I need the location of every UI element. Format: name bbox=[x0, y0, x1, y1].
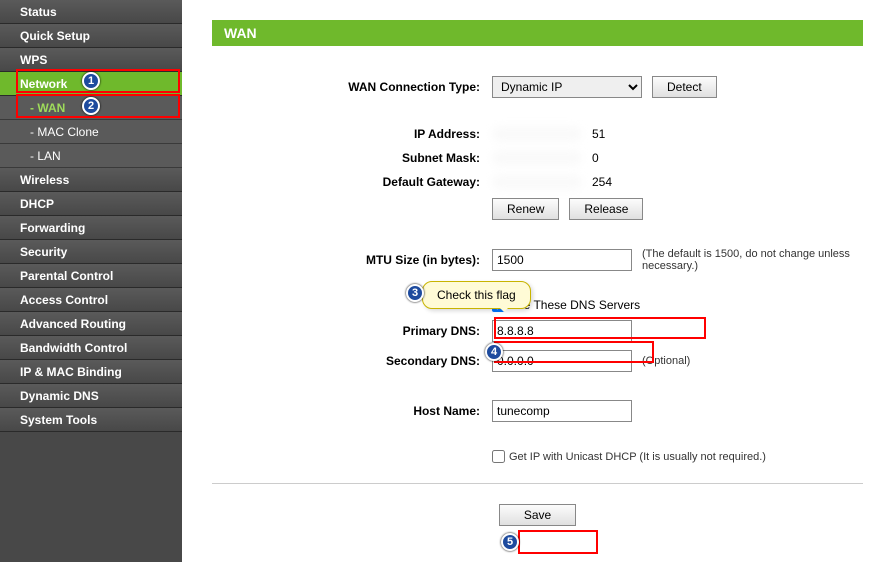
sdns-input[interactable] bbox=[492, 350, 632, 372]
detect-button[interactable]: Detect bbox=[652, 76, 717, 98]
annotation-badge-5: 5 bbox=[501, 533, 519, 551]
ip-value: 51 bbox=[592, 127, 605, 141]
host-label: Host Name: bbox=[212, 404, 492, 418]
pdns-label: Primary DNS: bbox=[212, 324, 492, 338]
main-content: WAN WAN Connection Type: Dynamic IP Dete… bbox=[182, 0, 893, 562]
mtu-hint: (The default is 1500, do not change unle… bbox=[642, 248, 863, 272]
annotation-badge-4: 4 bbox=[485, 343, 503, 361]
mtu-input[interactable] bbox=[492, 249, 632, 271]
sidebar-item-status[interactable]: Status bbox=[0, 0, 182, 24]
sidebar-item-parental[interactable]: Parental Control bbox=[0, 264, 182, 288]
pdns-input[interactable] bbox=[492, 320, 632, 342]
ip-masked bbox=[492, 126, 582, 142]
sidebar-item-access[interactable]: Access Control bbox=[0, 288, 182, 312]
sidebar-item-dhcp[interactable]: DHCP bbox=[0, 192, 182, 216]
sidebar-item-advroute[interactable]: Advanced Routing bbox=[0, 312, 182, 336]
ip-label: IP Address: bbox=[212, 127, 492, 141]
gw-value: 254 bbox=[592, 175, 612, 189]
annotation-badge-3: 3 bbox=[406, 284, 424, 302]
annotation-badge-1: 1 bbox=[82, 72, 100, 90]
sidebar-item-systools[interactable]: System Tools bbox=[0, 408, 182, 432]
gw-label: Default Gateway: bbox=[212, 175, 492, 189]
sidebar-item-ddns[interactable]: Dynamic DNS bbox=[0, 384, 182, 408]
conn-type-label: WAN Connection Type: bbox=[212, 80, 492, 94]
sidebar-item-bandwidth[interactable]: Bandwidth Control bbox=[0, 336, 182, 360]
gw-masked bbox=[492, 174, 582, 190]
sidebar-item-wireless[interactable]: Wireless bbox=[0, 168, 182, 192]
mtu-label: MTU Size (in bytes): bbox=[212, 253, 492, 267]
unicast-label: Get IP with Unicast DHCP (It is usually … bbox=[509, 451, 766, 463]
sidebar-sub-macclone[interactable]: - MAC Clone bbox=[0, 120, 182, 144]
page-title: WAN bbox=[212, 20, 863, 46]
annotation-tooltip: Check this flag bbox=[422, 281, 531, 309]
sidebar-item-security[interactable]: Security bbox=[0, 240, 182, 264]
unicast-checkbox[interactable] bbox=[492, 450, 505, 463]
sidebar-item-ipmac[interactable]: IP & MAC Binding bbox=[0, 360, 182, 384]
save-button[interactable]: Save bbox=[499, 504, 576, 526]
sidebar-item-forwarding[interactable]: Forwarding bbox=[0, 216, 182, 240]
mask-masked bbox=[492, 150, 582, 166]
renew-button[interactable]: Renew bbox=[492, 198, 559, 220]
sidebar-item-wps[interactable]: WPS bbox=[0, 48, 182, 72]
mask-value: 0 bbox=[592, 151, 599, 165]
release-button[interactable]: Release bbox=[569, 198, 643, 220]
annotation-badge-2: 2 bbox=[82, 97, 100, 115]
sdns-hint: (Optional) bbox=[642, 355, 690, 367]
conn-type-select[interactable]: Dynamic IP bbox=[492, 76, 642, 98]
sdns-label: Secondary DNS: bbox=[212, 354, 492, 368]
host-input[interactable] bbox=[492, 400, 632, 422]
sidebar-item-quicksetup[interactable]: Quick Setup bbox=[0, 24, 182, 48]
divider bbox=[212, 483, 863, 484]
sidebar-sub-lan[interactable]: - LAN bbox=[0, 144, 182, 168]
mask-label: Subnet Mask: bbox=[212, 151, 492, 165]
